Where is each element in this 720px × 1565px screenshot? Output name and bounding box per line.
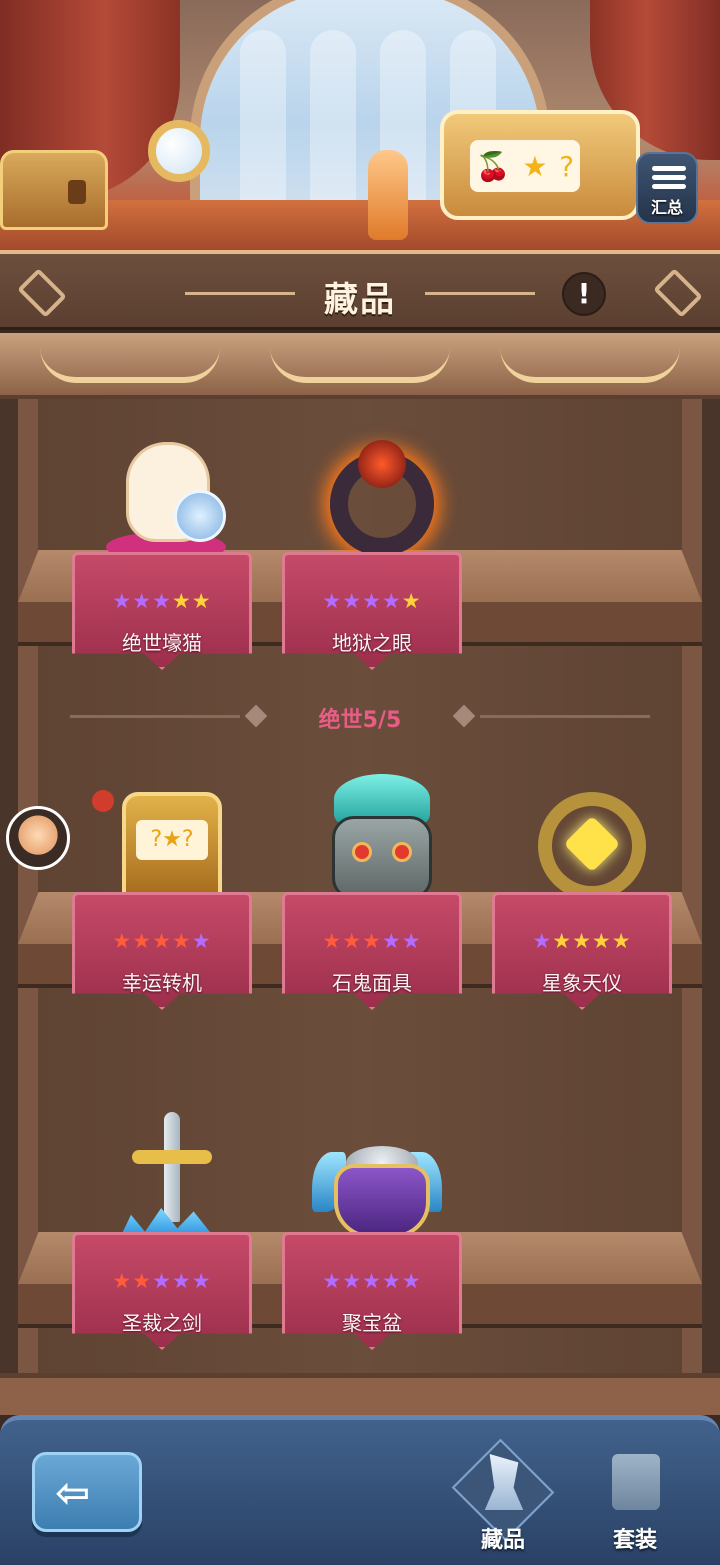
astrolabe-icon xyxy=(532,772,646,912)
star-icon: ★ xyxy=(132,1269,153,1293)
star-icon: ★ xyxy=(112,589,133,613)
star-icon: ★ xyxy=(362,1269,382,1293)
star-icon: ★ xyxy=(401,1269,422,1293)
slot-machine-window: 🍒 ★ ? xyxy=(470,140,580,192)
star-rating: ★★★★★ xyxy=(495,929,669,953)
star-icon: ★ xyxy=(342,1269,363,1293)
star-icon: ★ xyxy=(112,929,133,953)
star-rating: ★★★★★ xyxy=(75,929,249,953)
star-icon: ★ xyxy=(381,589,402,613)
star-icon: ★ xyxy=(362,929,382,953)
star-icon: ★ xyxy=(191,1269,212,1293)
item-plaque: ★★★★★ 圣裁之剑 xyxy=(72,1232,252,1350)
item-name: 圣裁之剑 xyxy=(122,1311,202,1335)
collection-item[interactable]: ★★★★★ 圣裁之剑 xyxy=(72,1112,252,1362)
star-icon: ★ xyxy=(191,589,212,613)
star-icon: ★ xyxy=(322,1269,343,1293)
magnifier-icon xyxy=(148,120,210,182)
item-plaque: ★★★★★ 绝世壕猫 xyxy=(72,552,252,670)
star-icon: ★ xyxy=(381,1269,402,1293)
collection-item[interactable]: ★★★★★ 聚宝盆 xyxy=(282,1112,462,1362)
star-rating: ★★★★★ xyxy=(75,1269,249,1293)
item-plaque: ★★★★★ 聚宝盆 xyxy=(282,1232,462,1350)
star-icon: ★ xyxy=(362,589,382,613)
header-scene: 🍒 ★ ? 汇总 xyxy=(0,0,720,262)
back-button[interactable]: ⇦ xyxy=(32,1452,142,1532)
character-avatar[interactable] xyxy=(6,806,70,870)
item-name: 石鬼面具 xyxy=(332,971,412,995)
slot-symbol: ★ xyxy=(522,149,548,183)
star-rating: ★★★★★ xyxy=(285,1269,459,1293)
item-name: 地狱之眼 xyxy=(332,631,412,655)
cabinet-base xyxy=(0,1373,720,1415)
carrot-trophy-icon xyxy=(368,150,408,240)
star-icon: ★ xyxy=(171,1269,192,1293)
item-plaque: ★★★★★ 星象天仪 xyxy=(492,892,672,1010)
star-icon: ★ xyxy=(572,929,592,953)
star-icon: ★ xyxy=(591,929,612,953)
item-plaque: ★★★★★ 石鬼面具 xyxy=(282,892,462,1010)
page-title: 藏品 xyxy=(324,280,396,320)
star-icon: ★ xyxy=(342,589,363,613)
lucky-cat-icon xyxy=(106,432,226,572)
group-divider: 绝世5/5 xyxy=(70,700,650,733)
bottom-nav: ⇦ 藏品 套装 xyxy=(0,1415,720,1565)
star-icon: ★ xyxy=(342,929,363,953)
treasure-bowl-icon xyxy=(312,1112,442,1252)
star-icon: ★ xyxy=(532,929,553,953)
slot-window: ?★? xyxy=(136,820,208,860)
cabinet-crown xyxy=(0,333,720,399)
hell-eye-ring-icon xyxy=(322,432,434,572)
item-name: 绝世壕猫 xyxy=(122,631,202,655)
slot-machine-icon: ?★? xyxy=(92,772,222,912)
set-book-icon xyxy=(612,1454,660,1510)
star-icon: ★ xyxy=(152,589,172,613)
collection-item[interactable]: ?★? ★★★★★ 幸运转机 xyxy=(72,772,252,1022)
star-icon: ★ xyxy=(132,929,153,953)
star-icon: ★ xyxy=(381,929,402,953)
star-icon: ★ xyxy=(322,589,343,613)
star-icon: ★ xyxy=(191,929,212,953)
back-arrow-icon: ⇦ xyxy=(55,1468,91,1517)
item-plaque: ★★★★★ 地狱之眼 xyxy=(282,552,462,670)
info-button[interactable]: ! xyxy=(562,272,606,316)
star-icon: ★ xyxy=(171,929,192,953)
tab-set[interactable]: 套装 xyxy=(590,1446,680,1556)
chest-lock-icon xyxy=(68,180,86,204)
tab-label: 藏品 xyxy=(480,1528,525,1553)
stone-mask-icon xyxy=(322,772,432,912)
star-icon: ★ xyxy=(152,929,172,953)
item-name: 聚宝盆 xyxy=(342,1311,402,1335)
slot-symbol: ? xyxy=(559,149,575,183)
collection-item[interactable]: ★★★★★ 星象天仪 xyxy=(492,772,672,1022)
summary-button[interactable]: 汇总 xyxy=(636,152,698,224)
tab-label: 套装 xyxy=(612,1528,657,1553)
judgement-sword-icon xyxy=(112,1112,226,1252)
group-count-label: 绝世5/5 xyxy=(318,708,402,733)
item-plaque: ★★★★★ 幸运转机 xyxy=(72,892,252,1010)
star-rating: ★★★★★ xyxy=(75,589,249,613)
collection-item[interactable]: ★★★★★ 石鬼面具 xyxy=(282,772,462,1022)
item-name: 星象天仪 xyxy=(542,971,622,995)
item-name: 幸运转机 xyxy=(122,971,202,995)
star-icon: ★ xyxy=(322,929,343,953)
star-icon: ★ xyxy=(152,1269,172,1293)
star-icon: ★ xyxy=(112,1269,133,1293)
star-icon: ★ xyxy=(401,929,422,953)
treasure-chest-icon xyxy=(0,150,108,230)
star-icon: ★ xyxy=(611,929,632,953)
star-icon: ★ xyxy=(401,589,422,613)
title-bar: 藏品 ! xyxy=(0,250,720,330)
star-icon: ★ xyxy=(552,929,573,953)
star-icon: ★ xyxy=(132,589,153,613)
star-icon: ★ xyxy=(171,589,192,613)
slot-symbol: 🍒 xyxy=(475,149,511,183)
star-rating: ★★★★★ xyxy=(285,589,459,613)
star-rating: ★★★★★ xyxy=(285,929,459,953)
summary-label: 汇总 xyxy=(650,198,683,217)
collection-item[interactable]: ★★★★★ 绝世壕猫 xyxy=(72,432,252,682)
tab-collection[interactable]: 藏品 xyxy=(451,1438,555,1556)
collection-item[interactable]: ★★★★★ 地狱之眼 xyxy=(282,432,462,682)
menu-icon xyxy=(652,166,686,193)
